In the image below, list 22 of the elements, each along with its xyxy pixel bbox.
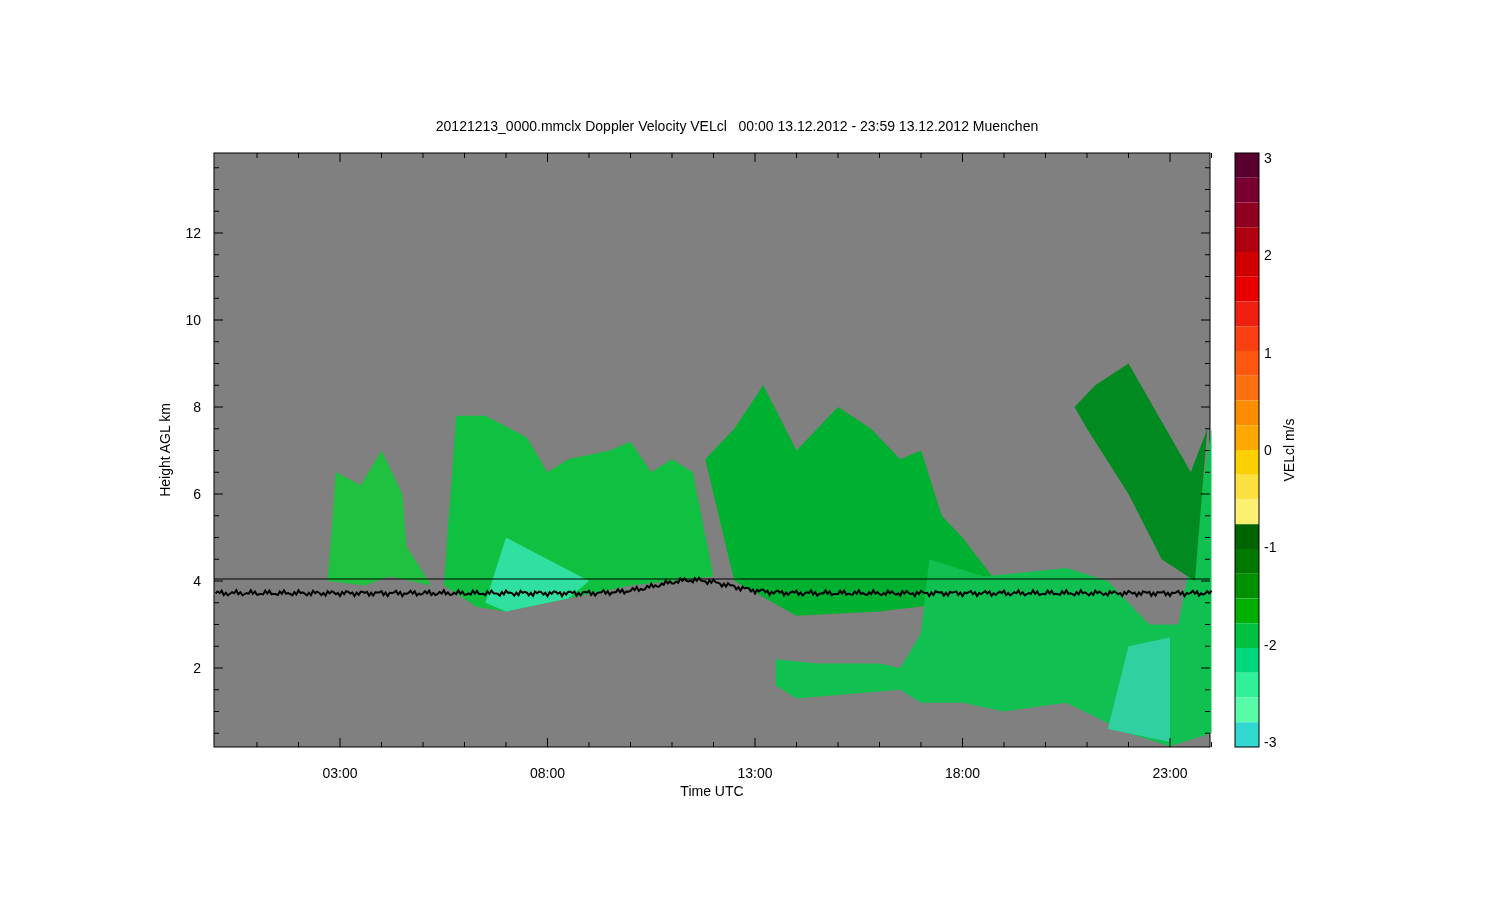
y-tick-label: 6 [193,486,201,502]
y-axis-label: Height AGL km [157,403,173,497]
x-tick-label: 13:00 [737,765,773,781]
colorbar-tick-label: -1 [1264,539,1277,556]
y-tick-label: 10 [185,312,201,328]
y-tick-label: 8 [193,399,201,415]
x-axis-label: Time UTC [680,783,744,799]
plot-title: 20121213_0000.mmclx Doppler Velocity VELcl 00:00 13.12.2012 - 23:59 13.12.2012 Muenchen [435,118,1039,134]
colorbar-label: VELcl m/s [1281,418,1297,482]
colorbar-tick-label: -2 [1264,636,1277,653]
colorbar-tick-label: -3 [1264,733,1277,750]
x-tick-label: 08:00 [530,765,565,781]
y-tick-label: 12 [185,225,201,241]
y-tick-label: 4 [193,573,201,589]
colorbar-tick-label: 0 [1264,441,1272,458]
colorbar-tick-label: 1 [1264,344,1272,361]
colorbar-tick-label: 3 [1264,150,1272,166]
y-tick-label: 2 [193,660,201,676]
x-tick-label: 18:00 [945,765,980,781]
colorbar-tick-label: 2 [1264,247,1272,264]
x-tick-label: 23:00 [1152,765,1188,781]
x-tick-label: 03:00 [322,765,358,781]
